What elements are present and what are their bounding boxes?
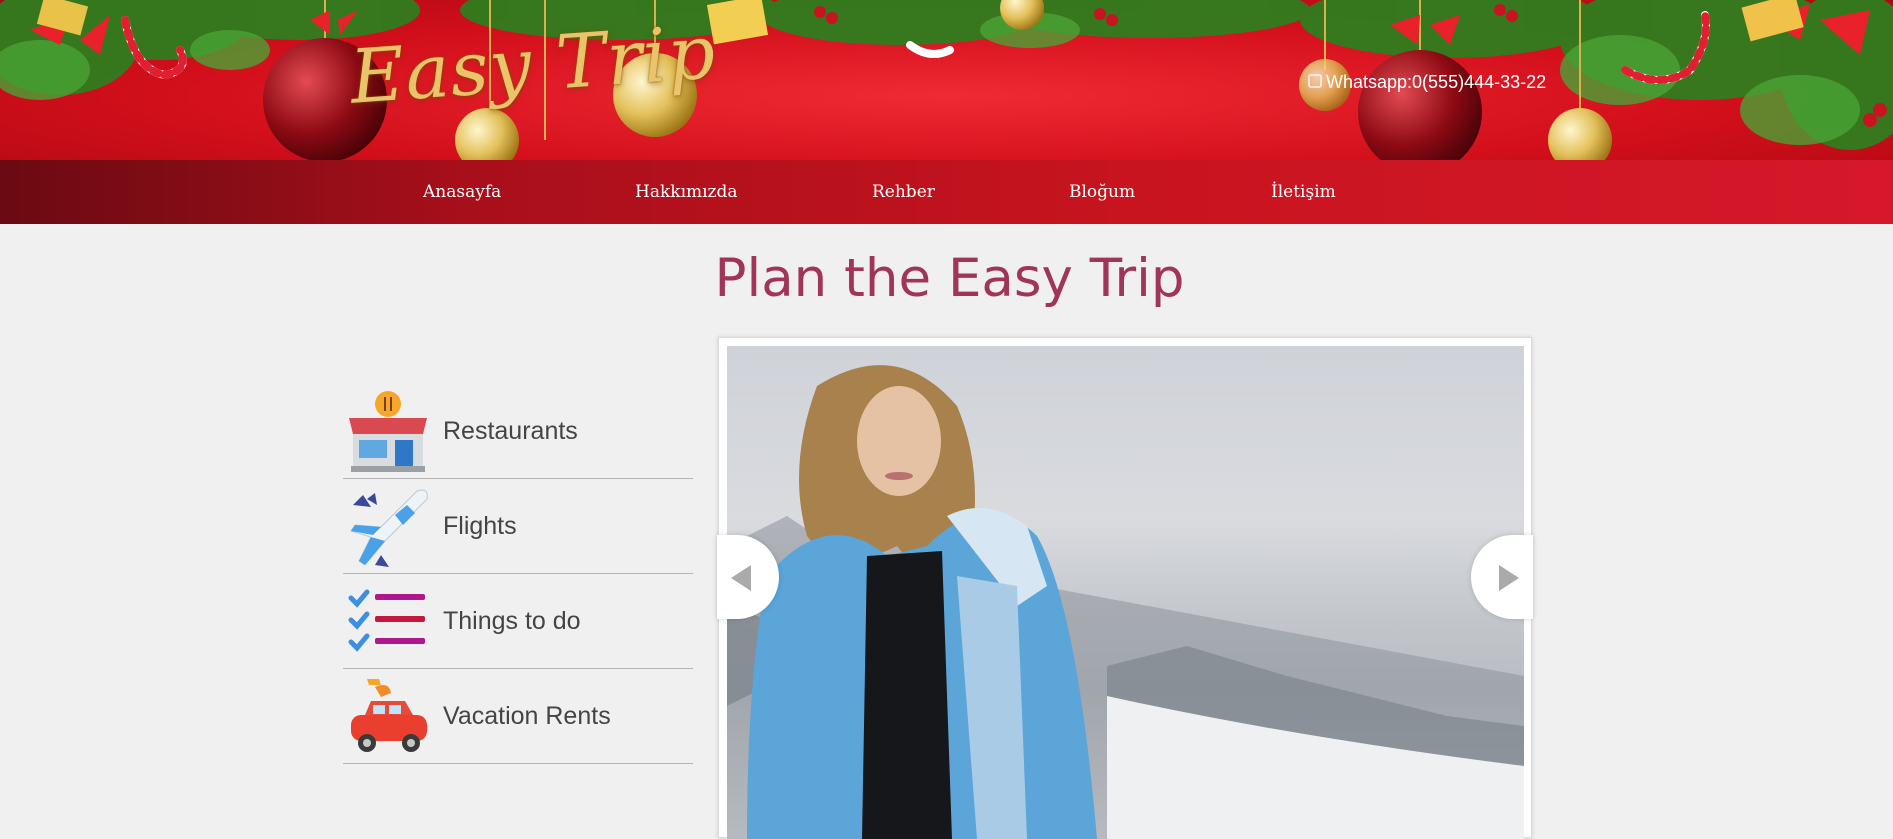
service-item-vacation-rents[interactable]: Vacation Rents [343, 669, 693, 764]
car-icon [351, 679, 427, 752]
nav-item-hakkimizda[interactable]: Hakkımızda [635, 160, 738, 224]
christmas-decoration [0, 0, 1893, 160]
nav-item-anasayfa[interactable]: Anasayfa [423, 160, 501, 224]
checklist-icon [348, 589, 425, 652]
service-label: Vacation Rents [443, 702, 611, 730]
nav-item-blogum[interactable]: Bloğum [1069, 160, 1135, 224]
slider-photo [727, 346, 1524, 839]
image-slider[interactable] [717, 337, 1533, 839]
header-banner: Easy Trip Whatsapp:0(555)444-33-22 [0, 0, 1893, 160]
restaurant-icon [349, 391, 427, 472]
woman-skier-photo [727, 365, 1524, 839]
whatsapp-contact[interactable]: Whatsapp:0(555)444-33-22 [1326, 72, 1546, 93]
nav-item-rehber[interactable]: Rehber [872, 160, 935, 224]
service-item-flights[interactable]: Flights [343, 479, 693, 574]
main-navigation: Anasayfa Hakkımızda Rehber Bloğum İletiş… [0, 160, 1893, 224]
service-label: Flights [443, 512, 517, 540]
whatsapp-icon [1308, 74, 1322, 88]
services-list: Restaurants Flights Things to do Vacatio… [343, 384, 693, 764]
nav-item-iletisim[interactable]: İletişim [1271, 160, 1336, 224]
service-item-restaurants[interactable]: Restaurants [343, 384, 693, 479]
chevron-left-icon [731, 565, 751, 591]
page-title: Plan the Easy Trip [714, 248, 1185, 309]
airplane-icon [350, 489, 428, 567]
service-item-things-to-do[interactable]: Things to do [343, 574, 693, 669]
chevron-right-icon [1499, 565, 1519, 591]
service-label: Restaurants [443, 417, 578, 445]
service-label: Things to do [443, 607, 581, 635]
